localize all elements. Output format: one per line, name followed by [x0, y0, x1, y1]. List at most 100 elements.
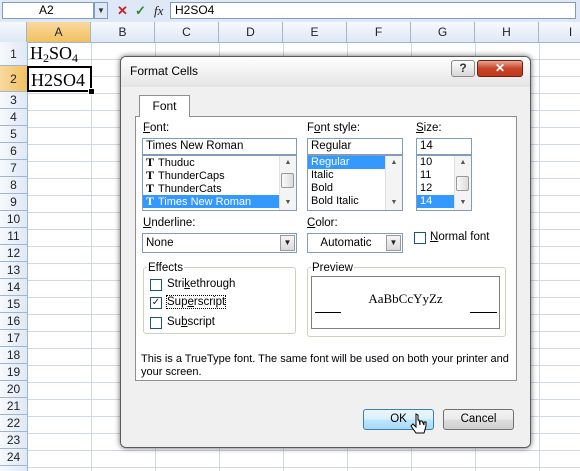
- row-header[interactable]: 19: [0, 364, 27, 381]
- color-select[interactable]: Automatic ▼: [307, 233, 403, 253]
- normal-font-checkbox[interactable]: [414, 232, 426, 244]
- effects-title: Effects: [147, 262, 184, 274]
- enter-entry-icon[interactable]: ✓: [135, 3, 146, 19]
- preview-baseline-right: [470, 312, 497, 313]
- superscript-label[interactable]: Superscript: [165, 295, 227, 309]
- cell-a2-active[interactable]: H2SO4: [27, 66, 92, 92]
- font-input[interactable]: Times New Roman: [142, 138, 297, 155]
- row-header[interactable]: 10: [0, 211, 27, 228]
- column-header[interactable]: B: [91, 22, 155, 42]
- font-list-item[interactable]: T Thuduc: [143, 156, 296, 169]
- underline-label: Underline:: [143, 217, 196, 229]
- row-header[interactable]: 2: [0, 66, 27, 92]
- scroll-down-icon[interactable]: ▼: [388, 198, 400, 208]
- font-list-item[interactable]: T Times New Roman: [143, 195, 296, 208]
- superscript-checkbox[interactable]: ✓: [150, 297, 162, 309]
- cell-a1[interactable]: H2SO4: [30, 42, 78, 66]
- row-header[interactable]: 9: [0, 194, 27, 211]
- row-header[interactable]: 8: [0, 177, 27, 194]
- select-all-corner[interactable]: [0, 22, 27, 42]
- help-button[interactable]: ?: [451, 60, 475, 77]
- column-headers: A B C D E F G H I: [0, 22, 580, 43]
- column-header[interactable]: F: [347, 22, 411, 42]
- size-list-item[interactable]: 14: [417, 195, 455, 208]
- font-list-scrollbar[interactable]: ▲ ▼: [279, 156, 296, 210]
- scroll-down-icon[interactable]: ▼: [457, 198, 469, 208]
- font-label: Font:: [143, 122, 170, 134]
- scroll-down-icon[interactable]: ▼: [282, 198, 294, 208]
- row-header[interactable]: 6: [0, 143, 27, 160]
- font-list[interactable]: T Thuduc T ThunderCaps T ThunderCats T Times…: [142, 155, 297, 211]
- fill-handle[interactable]: [88, 88, 95, 95]
- preview-sample: AaBbCcYyZz: [368, 291, 443, 306]
- subscript-checkbox[interactable]: [150, 317, 162, 329]
- preview-baseline-left: [315, 312, 341, 313]
- column-header[interactable]: C: [155, 22, 219, 42]
- chevron-down-icon[interactable]: ▼: [280, 235, 295, 251]
- strikethrough-checkbox[interactable]: [150, 279, 162, 291]
- dialog-title-bar[interactable]: Format Cells ? ✕: [121, 57, 530, 87]
- name-box-dropdown-icon[interactable]: ▼: [94, 2, 108, 19]
- row-header[interactable]: 24: [0, 449, 27, 466]
- chevron-down-icon[interactable]: ▼: [386, 235, 401, 251]
- row-header[interactable]: 16: [0, 313, 27, 330]
- row-header[interactable]: 21: [0, 398, 27, 415]
- cell-a1-part: H: [30, 43, 43, 63]
- font-style-input[interactable]: Regular: [307, 138, 403, 155]
- size-input[interactable]: 14: [416, 138, 472, 155]
- font-list-item[interactable]: T ThunderCats: [143, 182, 296, 196]
- insert-function-icon[interactable]: fx: [154, 3, 163, 19]
- font-style-list[interactable]: Regular Italic Bold Bold Italic ▲ ▼: [307, 155, 403, 211]
- scroll-thumb[interactable]: [281, 173, 294, 188]
- cancel-entry-icon[interactable]: ✕: [117, 3, 128, 19]
- preview-box: AaBbCcYyZz: [311, 276, 500, 329]
- underline-select[interactable]: None ▼: [142, 233, 297, 253]
- formula-input[interactable]: H2SO4: [170, 2, 576, 19]
- column-header[interactable]: D: [219, 22, 283, 42]
- row-header[interactable]: 4: [0, 109, 27, 126]
- font-info-text: This is a TrueType font. The same font w…: [141, 353, 509, 378]
- cell-a1-subscript: 4: [72, 51, 79, 65]
- truetype-icon: T: [146, 194, 155, 208]
- font-style-scrollbar[interactable]: ▲ ▼: [385, 156, 402, 210]
- dialog-title: Format Cells: [130, 64, 199, 78]
- column-header[interactable]: G: [411, 22, 475, 42]
- row-header[interactable]: 14: [0, 279, 27, 296]
- row-header[interactable]: 7: [0, 160, 27, 177]
- column-header[interactable]: E: [283, 22, 347, 42]
- row-header[interactable]: 3: [0, 92, 27, 109]
- row-header[interactable]: 22: [0, 415, 27, 432]
- scroll-up-icon[interactable]: ▲: [457, 158, 469, 168]
- row-header[interactable]: 17: [0, 330, 27, 347]
- scroll-thumb[interactable]: [456, 176, 469, 191]
- row-header[interactable]: 13: [0, 262, 27, 279]
- column-header[interactable]: H: [475, 22, 539, 42]
- font-style-list-item[interactable]: Regular: [308, 156, 386, 169]
- row-header[interactable]: 15: [0, 296, 27, 313]
- row-header[interactable]: 5: [0, 126, 27, 143]
- normal-font-label[interactable]: Normal font: [430, 231, 489, 243]
- size-list-scrollbar[interactable]: ▲ ▼: [454, 156, 471, 210]
- row-header[interactable]: 20: [0, 381, 27, 398]
- row-header[interactable]: 1: [0, 42, 27, 66]
- font-list-item[interactable]: T ThunderCaps: [143, 169, 296, 183]
- row-header[interactable]: 11: [0, 228, 27, 245]
- row-header[interactable]: 18: [0, 347, 27, 364]
- size-list[interactable]: 10 11 12 14 ▲ ▼: [416, 155, 472, 211]
- close-button[interactable]: ✕: [477, 60, 523, 77]
- format-cells-dialog: Format Cells ? ✕ Font Font: Times New Ro…: [120, 56, 531, 448]
- scroll-up-icon[interactable]: ▲: [388, 158, 400, 168]
- mouse-cursor-icon: [410, 413, 427, 434]
- font-style-label: Font style:: [307, 122, 361, 134]
- cancel-button[interactable]: Cancel: [443, 409, 514, 430]
- formula-bar: A2 ▼ ✕ ✓ fx H2SO4: [0, 0, 580, 23]
- scroll-up-icon[interactable]: ▲: [282, 158, 294, 168]
- row-header[interactable]: 23: [0, 432, 27, 449]
- column-header[interactable]: I: [539, 22, 580, 42]
- subscript-label[interactable]: Subscript: [167, 316, 215, 328]
- column-header[interactable]: A: [27, 22, 91, 42]
- strikethrough-label[interactable]: Strikethrough: [167, 278, 235, 290]
- name-box[interactable]: A2: [2, 2, 94, 19]
- row-header[interactable]: 12: [0, 245, 27, 262]
- tab-font[interactable]: Font: [139, 95, 190, 117]
